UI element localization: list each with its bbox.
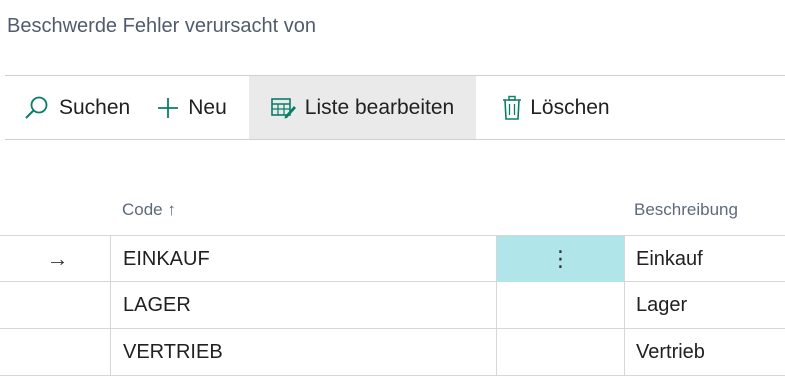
row-indicator: [5, 329, 111, 375]
table-row[interactable]: LAGER Lager: [0, 282, 785, 329]
delete-button[interactable]: Löschen: [476, 76, 623, 139]
column-header-code[interactable]: Code ↑: [122, 200, 176, 220]
search-label: Suchen: [59, 95, 131, 119]
plus-icon: [156, 96, 180, 120]
list-grid: → EINKAUF ⋮ Einkauf LAGER Lager VERTRIEB…: [0, 235, 785, 376]
edit-list-label: Liste bearbeiten: [304, 95, 455, 119]
search-icon: [23, 95, 51, 121]
arrow-right-icon: →: [46, 246, 69, 271]
delete-label: Löschen: [530, 95, 610, 119]
page-title: Beschwerde Fehler verursacht von: [7, 15, 317, 37]
new-button[interactable]: Neu: [144, 76, 249, 139]
column-header-description[interactable]: Beschreibung: [634, 200, 738, 220]
row-actions-cell[interactable]: [497, 329, 625, 375]
edit-list-button[interactable]: Liste bearbeiten: [248, 76, 477, 139]
description-cell[interactable]: Vertrieb: [625, 329, 785, 375]
table-row[interactable]: VERTRIEB Vertrieb: [0, 329, 785, 376]
code-cell[interactable]: VERTRIEB: [111, 329, 497, 375]
code-cell[interactable]: EINKAUF: [111, 236, 497, 282]
row-actions-cell[interactable]: [497, 282, 625, 328]
new-label: Neu: [188, 95, 227, 119]
code-cell[interactable]: LAGER: [111, 282, 497, 328]
search-button[interactable]: Suchen: [5, 76, 144, 139]
row-indicator: [5, 282, 111, 328]
description-cell[interactable]: Lager: [625, 282, 785, 328]
more-options-icon[interactable]: ⋮: [550, 246, 572, 272]
row-actions-cell[interactable]: ⋮: [497, 236, 625, 282]
table-row[interactable]: → EINKAUF ⋮ Einkauf: [0, 235, 785, 282]
description-cell[interactable]: Einkauf: [625, 236, 785, 282]
edit-list-icon: [270, 97, 297, 119]
action-bar: Suchen Neu Liste bearbeiten Löschen: [5, 75, 785, 140]
trash-icon: [502, 95, 522, 121]
row-indicator: →: [5, 236, 111, 282]
